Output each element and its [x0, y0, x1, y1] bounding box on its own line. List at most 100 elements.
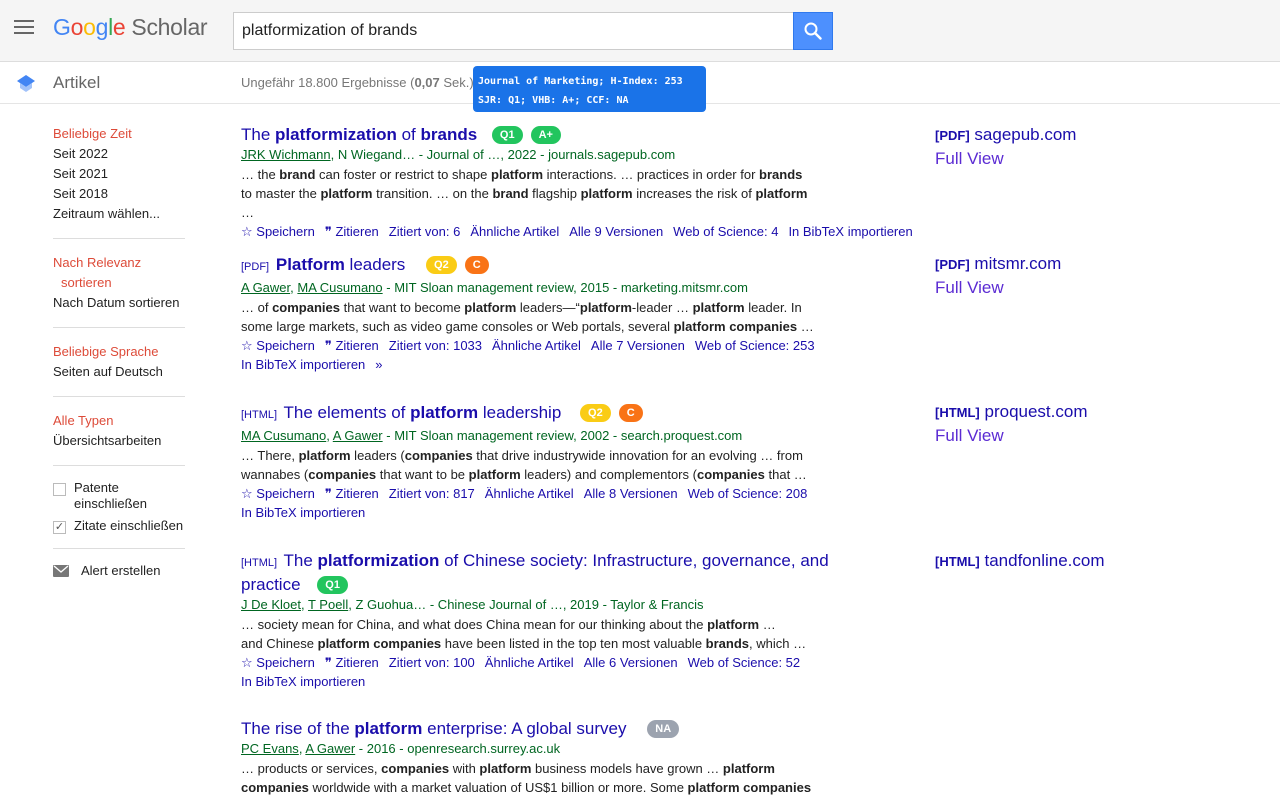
vhb-badge: C: [464, 256, 489, 274]
author-link[interactable]: JRK Wichmann: [241, 147, 331, 162]
result-title-link[interactable]: Platform leaders: [276, 255, 405, 274]
author-link[interactable]: J De Kloet: [241, 597, 301, 612]
include-options: Patente einschließen ✓ Zitate einschließ…: [53, 480, 185, 549]
save-button[interactable]: ☆ Speichern: [241, 655, 315, 670]
result-authors: JRK Wichmann, N Wiegand… - Journal of …,…: [241, 147, 676, 162]
author-link[interactable]: A Gawer: [333, 428, 383, 443]
filter-since-2022[interactable]: Seit 2022: [53, 144, 185, 164]
result-item: [HTML] The elements of platform leadersh…: [241, 402, 941, 522]
result-title-link[interactable]: The elements of platform leadership: [283, 403, 561, 422]
bibtex-import-link[interactable]: In BibTeX importieren: [241, 357, 365, 372]
result-snippet: … the brand can foster or restrict to sh…: [241, 167, 808, 220]
search-input[interactable]: [234, 13, 793, 49]
filter-since-2018[interactable]: Seit 2018: [53, 184, 185, 204]
vhb-badge: A+: [530, 126, 561, 144]
search-icon: [804, 22, 822, 40]
google-scholar-logo[interactable]: Google Scholar: [53, 14, 208, 41]
sort-filter: Nach Relevanz sortieren Nach Datum sorti…: [53, 253, 185, 328]
top-bar: Google Scholar: [0, 0, 1280, 62]
full-view-link[interactable]: Full View: [935, 425, 1088, 447]
author-link[interactable]: MA Cusumano: [297, 280, 382, 295]
sjr-badge: NA: [647, 720, 680, 738]
cite-button[interactable]: ❞ Zitieren: [325, 655, 379, 670]
result-authors: MA Cusumano, A Gawer - MIT Sloan managem…: [241, 428, 743, 443]
sjr-badge: Q1: [491, 126, 523, 144]
cite-button[interactable]: ❞ Zitieren: [325, 224, 379, 239]
filter-all-types[interactable]: Alle Typen: [53, 411, 185, 431]
side-fulltext-link[interactable]: [HTML] proquest.com Full View: [935, 401, 1088, 447]
save-button[interactable]: ☆ Speichern: [241, 224, 315, 239]
html-tag: [HTML]: [241, 557, 278, 569]
filter-any-time[interactable]: Beliebige Zeit: [53, 124, 185, 144]
filter-since-2021[interactable]: Seit 2021: [53, 164, 185, 184]
result-title: [PDF] Platform leaders Q2 C: [241, 254, 941, 278]
bibtex-import-link[interactable]: In BibTeX importieren: [241, 505, 365, 520]
author-link[interactable]: PC Evans: [241, 741, 299, 756]
versions-link[interactable]: Alle 9 Versionen: [569, 224, 663, 239]
versions-link[interactable]: Alle 8 Versionen: [584, 486, 678, 501]
bibtex-import-link[interactable]: In BibTeX importieren: [788, 224, 912, 239]
vhb-badge: C: [618, 404, 643, 422]
sort-by-date[interactable]: Nach Datum sortieren: [53, 293, 185, 313]
type-filter: Alle Typen Übersichtsarbeiten: [53, 411, 185, 466]
author-link[interactable]: A Gawer: [305, 741, 355, 756]
cite-button[interactable]: ❞ Zitieren: [325, 338, 379, 353]
related-articles-link[interactable]: Ähnliche Artikel: [485, 655, 574, 670]
related-articles-link[interactable]: Ähnliche Artikel: [485, 486, 574, 501]
include-citations-toggle[interactable]: ✓ Zitate einschließen: [53, 518, 185, 534]
author-link[interactable]: A Gawer: [241, 280, 290, 295]
filter-sidebar: Beliebige Zeit Seit 2022 Seit 2021 Seit …: [53, 124, 185, 579]
versions-link[interactable]: Alle 7 Versionen: [591, 338, 685, 353]
filter-any-language[interactable]: Beliebige Sprache: [53, 342, 185, 362]
menu-icon[interactable]: [14, 20, 34, 36]
related-articles-link[interactable]: Ähnliche Artikel: [470, 224, 559, 239]
filter-review-articles[interactable]: Übersichtsarbeiten: [53, 431, 185, 451]
filter-custom-range[interactable]: Zeitraum wählen...: [53, 204, 185, 224]
web-of-science-link[interactable]: Web of Science: 4: [673, 224, 778, 239]
side-fulltext-link[interactable]: [PDF] mitsmr.com Full View: [935, 253, 1061, 299]
versions-link[interactable]: Alle 6 Versionen: [584, 655, 678, 670]
search-box[interactable]: [233, 12, 794, 50]
author-link[interactable]: T Poell: [308, 597, 348, 612]
cited-by-link[interactable]: Zitiert von: 100: [389, 655, 475, 670]
include-patents-toggle[interactable]: Patente einschließen: [53, 480, 185, 512]
result-snippet: … There, platform leaders (companies tha…: [241, 448, 807, 482]
filter-german-pages[interactable]: Seiten auf Deutsch: [53, 362, 185, 382]
sort-by-relevance[interactable]: Nach Relevanz: [53, 253, 185, 273]
side-fulltext-link[interactable]: [PDF] sagepub.com Full View: [935, 124, 1076, 170]
more-icon[interactable]: »: [375, 357, 382, 372]
web-of-science-link[interactable]: Web of Science: 253: [695, 338, 815, 353]
create-alert-button[interactable]: Alert erstellen: [53, 563, 185, 579]
save-button[interactable]: ☆ Speichern: [241, 338, 315, 353]
envelope-icon: [53, 565, 69, 577]
web-of-science-link[interactable]: Web of Science: 208: [688, 486, 808, 501]
sjr-badge: Q1: [317, 576, 348, 594]
side-fulltext-link[interactable]: [HTML] tandfonline.com: [935, 550, 1105, 573]
result-snippet: … of companies that want to become platf…: [241, 300, 814, 334]
patents-checkbox[interactable]: [53, 483, 66, 496]
result-title-link[interactable]: The platformization of brands: [241, 125, 477, 144]
citations-checkbox[interactable]: ✓: [53, 521, 66, 534]
cite-button[interactable]: ❞ Zitieren: [325, 486, 379, 501]
time-filter: Beliebige Zeit Seit 2022 Seit 2021 Seit …: [53, 124, 185, 239]
cited-by-link[interactable]: Zitiert von: 1033: [389, 338, 482, 353]
full-view-link[interactable]: Full View: [935, 148, 1076, 170]
result-authors: J De Kloet, T Poell, Z Guohua… - Chinese…: [241, 597, 704, 612]
related-articles-link[interactable]: Ähnliche Artikel: [492, 338, 581, 353]
section-title: Artikel: [53, 73, 101, 92]
result-item: The platformization of brands Q1 A+ JRK W…: [241, 124, 941, 241]
bibtex-import-link[interactable]: In BibTeX importieren: [241, 674, 365, 689]
full-view-link[interactable]: Full View: [935, 277, 1061, 299]
result-item: [PDF] Platform leaders Q2 C A Gawer, MA C…: [241, 254, 941, 374]
result-actions: ☆ Speichern ❞ Zitieren Zitiert von: 817 Ähn…: [241, 484, 941, 522]
result-title-link[interactable]: The rise of the platform enterprise: A g…: [241, 719, 627, 738]
sort-by-relevance-cont[interactable]: sortieren: [53, 273, 185, 293]
author-link[interactable]: MA Cusumano: [241, 428, 326, 443]
search-button[interactable]: [793, 12, 833, 50]
web-of-science-link[interactable]: Web of Science: 52: [688, 655, 801, 670]
result-count: Ungefähr 18.800 Ergebnisse (0,07 Sek.): [241, 75, 474, 90]
cited-by-link[interactable]: Zitiert von: 6: [389, 224, 461, 239]
cited-by-link[interactable]: Zitiert von: 817: [389, 486, 475, 501]
save-button[interactable]: ☆ Speichern: [241, 486, 315, 501]
result-authors: PC Evans, A Gawer - 2016 - openresearch.…: [241, 741, 561, 756]
